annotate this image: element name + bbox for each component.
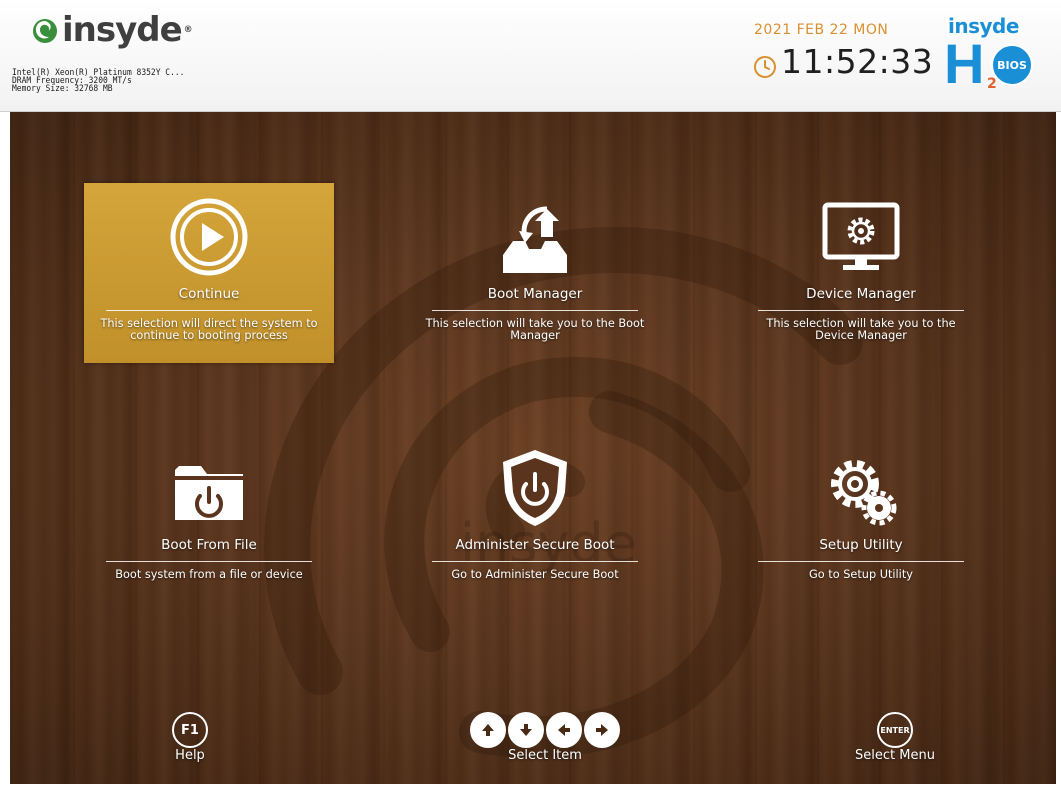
shield-power-icon <box>503 450 567 526</box>
tile-label: Boot From File <box>161 537 257 553</box>
boot-from-file-tile[interactable]: Boot From File Boot system from a file o… <box>84 434 334 614</box>
help-label: Help <box>175 748 205 763</box>
select-menu-label: Select Menu <box>855 748 935 763</box>
tile-label: Device Manager <box>806 286 916 302</box>
tile-description: Boot system from a file or device <box>115 568 303 581</box>
select-item-label: Select Item <box>508 748 582 763</box>
main-menu-area: insyde Continue This selection will dire… <box>10 112 1056 784</box>
tile-label: Continue <box>178 286 240 302</box>
setup-utility-tile[interactable]: Setup Utility Go to Setup Utility <box>736 434 986 614</box>
tile-divider <box>758 561 964 562</box>
device-manager-tile[interactable]: Device Manager This selection will take … <box>736 183 986 363</box>
folder-power-icon <box>173 466 245 520</box>
boot-manager-tile[interactable]: Boot Manager This selection will take yo… <box>410 183 660 363</box>
tile-description: Go to Administer Secure Boot <box>451 568 619 581</box>
administer-secure-boot-tile[interactable]: Administer Secure Boot Go to Administer … <box>410 434 660 614</box>
brand-logo: insyde ® <box>30 10 193 50</box>
tile-divider <box>106 561 312 562</box>
play-circle-icon <box>170 198 248 276</box>
boot-tray-icon <box>503 206 567 273</box>
f1-key-icon: F1 <box>172 712 208 748</box>
enter-key-icon: ENTER <box>877 712 913 748</box>
right-arrow-icon <box>584 712 620 748</box>
tile-description: This selection will direct the system to… <box>100 317 318 342</box>
tile-description: This selection will take you to the Devi… <box>766 317 956 342</box>
gears-icon <box>831 460 897 526</box>
clock-icon <box>754 56 776 78</box>
brand-name: insyde ® <box>62 10 193 50</box>
memory-info: Memory Size: 32768 MB <box>12 83 113 94</box>
tile-label: Setup Utility <box>819 537 903 553</box>
up-arrow-icon <box>470 712 506 748</box>
left-arrow-icon <box>546 712 582 748</box>
down-arrow-icon <box>508 712 544 748</box>
tile-divider <box>106 310 312 311</box>
select-menu-hint: ENTER Select Menu <box>830 712 960 763</box>
tile-description: Go to Setup Utility <box>809 568 913 581</box>
tile-description: This selection will take you to the Boot… <box>425 317 645 342</box>
help-hint: F1 Help <box>140 712 240 763</box>
monitor-gear-icon <box>822 202 900 270</box>
tile-divider <box>758 310 964 311</box>
tile-divider <box>432 310 638 311</box>
bios-badge: BIOS <box>991 44 1033 86</box>
insyde-swirl-icon <box>33 19 57 43</box>
select-item-hint: Select Item <box>430 712 660 763</box>
h2-logo-letter: H <box>944 32 985 95</box>
tile-label: Administer Secure Boot <box>455 537 615 553</box>
time-display: 11:52:33 <box>781 42 934 81</box>
header-bar: insyde ® Intel(R) Xeon(R) Platinum 8352Y … <box>0 0 1061 112</box>
date-display: 2021 FEB 22 MON <box>754 22 889 38</box>
tile-label: Boot Manager <box>487 286 583 302</box>
tile-divider <box>432 561 638 562</box>
system-info: Intel(R) Xeon(R) Platinum 8352Y C... DRA… <box>12 68 184 93</box>
continue-tile[interactable]: Continue This selection will direct the … <box>84 183 334 363</box>
